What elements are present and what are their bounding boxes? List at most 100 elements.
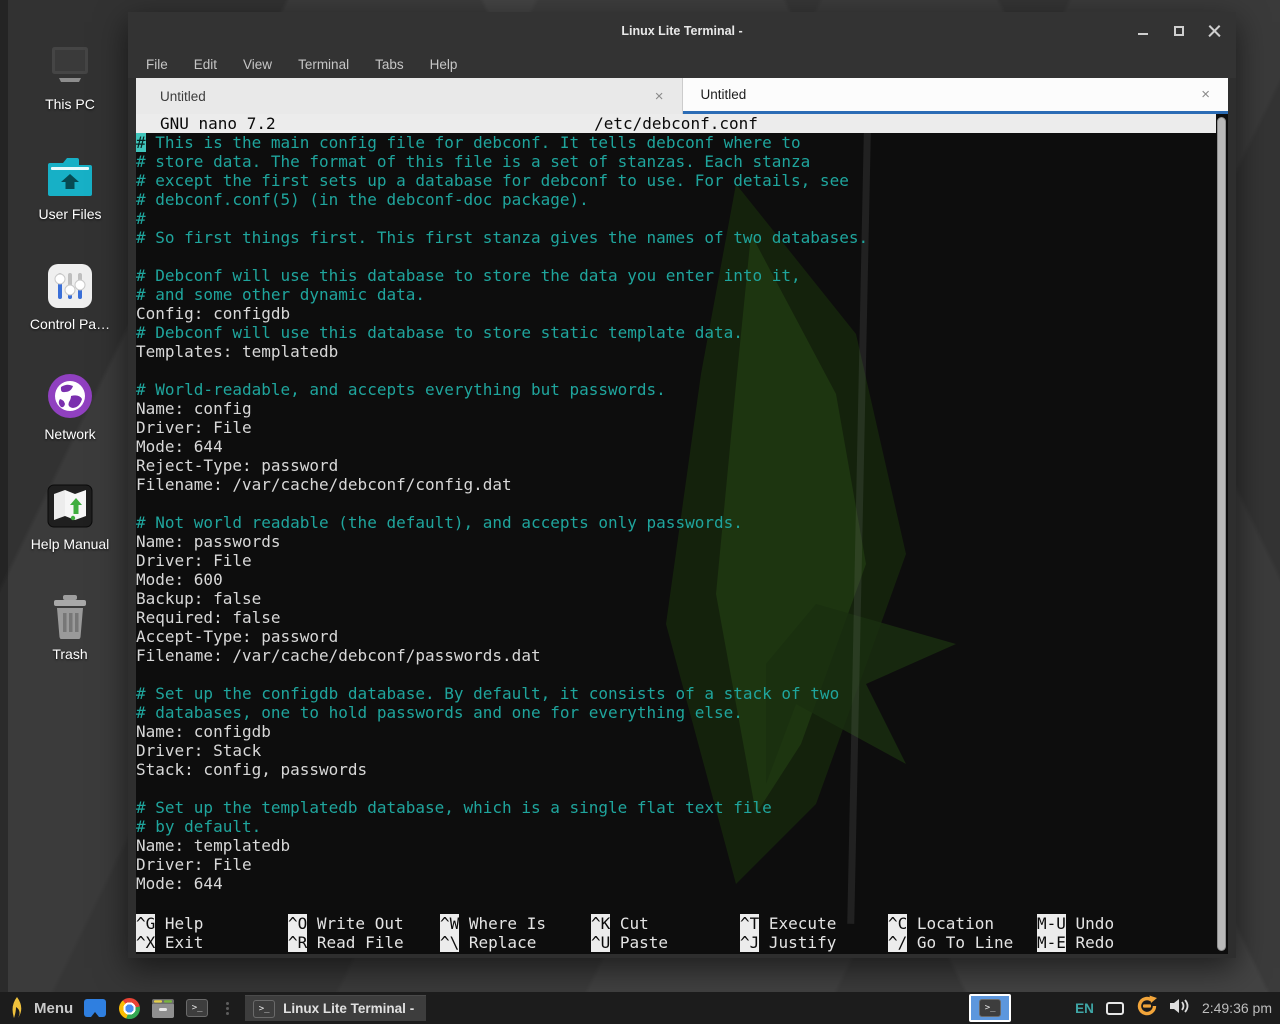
- tab-title: Untitled: [683, 87, 747, 102]
- desktop-icon-label: Control Pa…: [30, 316, 110, 332]
- dock-active-terminal[interactable]: >_: [969, 994, 1011, 1022]
- shortcut-key: ^\: [440, 933, 459, 952]
- shortcut-key: ^T: [740, 914, 759, 933]
- window-titlebar[interactable]: Linux Lite Terminal -: [128, 12, 1236, 50]
- menu-terminal[interactable]: Terminal: [298, 57, 349, 72]
- desktop-icon-user-files[interactable]: User Files: [16, 126, 124, 222]
- terminal-line: Reject-Type: password: [136, 456, 1216, 475]
- menu-edit[interactable]: Edit: [194, 57, 217, 72]
- minimize-icon[interactable]: [1136, 24, 1150, 38]
- keyboard-layout-indicator[interactable]: EN: [1075, 1001, 1094, 1016]
- nano-shortcut[interactable]: ^O Write Out: [288, 914, 404, 933]
- shortcut-key: ^J: [740, 933, 759, 952]
- shortcut-key: ^K: [591, 914, 610, 933]
- terminal-line: [136, 494, 1216, 513]
- menu-file[interactable]: File: [146, 57, 168, 72]
- volume-tray-icon[interactable]: [1170, 998, 1190, 1019]
- tab-untitled-2[interactable]: Untitled ×: [683, 78, 1229, 114]
- file-manager-launcher[interactable]: [151, 996, 175, 1020]
- terminal-line: Driver: File: [136, 551, 1216, 570]
- shortcut-key: ^O: [288, 914, 307, 933]
- nano-shortcut[interactable]: ^J Justify: [740, 933, 836, 952]
- terminal-line: Mode: 600: [136, 570, 1216, 589]
- taskbar-window-button[interactable]: >_ Linux Lite Terminal -: [245, 995, 426, 1021]
- terminal-line: #: [136, 209, 1216, 228]
- desktop-icon-control-panel[interactable]: Control Pa…: [16, 236, 124, 332]
- nano-shortcut[interactable]: ^R Read File: [288, 933, 404, 952]
- nano-shortcut[interactable]: ^K Cut: [591, 914, 649, 933]
- terminal-line: Stack: config, passwords: [136, 760, 1216, 779]
- terminal-line: Backup: false: [136, 589, 1216, 608]
- desktop-icon-network[interactable]: Network: [16, 346, 124, 442]
- menu-view[interactable]: View: [243, 57, 272, 72]
- terminal-line: # So first things first. This first stan…: [136, 228, 1216, 247]
- nano-shortcut-bar: ^G Help ^O Write Out ^W Where Is ^K Cut ^T E…: [136, 914, 1216, 954]
- maximize-icon[interactable]: [1172, 24, 1186, 38]
- nano-shortcut[interactable]: ^\ Replace: [440, 933, 536, 952]
- taskbar-clock: 2:49:36 pm: [1202, 1000, 1272, 1016]
- shortcut-key: ^G: [136, 914, 155, 933]
- display-tray-icon[interactable]: [1106, 1002, 1124, 1015]
- desktop-icon-label: Trash: [52, 646, 87, 662]
- shortcut-key: M-E: [1037, 933, 1066, 952]
- tab-untitled-1[interactable]: Untitled ×: [136, 78, 683, 114]
- terminal-line: # World-readable, and accepts everything…: [136, 380, 1216, 399]
- tab-title: Untitled: [136, 89, 206, 104]
- tab-close-icon[interactable]: ×: [1201, 87, 1210, 102]
- nano-shortcut[interactable]: ^G Help: [136, 914, 203, 933]
- home-folder-icon: [44, 152, 96, 200]
- nano-shortcut[interactable]: ^/ Go To Line: [888, 933, 1013, 952]
- close-icon[interactable]: [1208, 24, 1222, 38]
- shortcut-key: ^R: [288, 933, 307, 952]
- terminal-launcher[interactable]: >_: [185, 996, 209, 1020]
- terminal-line: Driver: Stack: [136, 741, 1216, 760]
- start-menu-button[interactable]: Menu: [8, 996, 73, 1020]
- terminal-line: # and some other dynamic data.: [136, 285, 1216, 304]
- terminal-line: [136, 247, 1216, 266]
- tab-close-icon[interactable]: ×: [655, 89, 664, 104]
- globe-icon: [44, 372, 96, 420]
- nano-shortcut[interactable]: ^X Exit: [136, 933, 203, 952]
- desktop-icon-help-manual[interactable]: Help Manual: [16, 456, 124, 552]
- terminal-line: # Set up the configdb database. By defau…: [136, 684, 1216, 703]
- terminal-line: # Debconf will use this database to stor…: [136, 266, 1216, 285]
- nano-shortcut[interactable]: ^C Location: [888, 914, 994, 933]
- terminal-line: Mode: 644: [136, 437, 1216, 456]
- terminal-line: [136, 779, 1216, 798]
- terminal-scrollbar[interactable]: [1217, 117, 1226, 951]
- terminal-line: Filename: /var/cache/debconf/passwords.d…: [136, 646, 1216, 665]
- terminal-line: [136, 361, 1216, 380]
- shortcut-key: ^W: [440, 914, 459, 933]
- terminal-line: Required: false: [136, 608, 1216, 627]
- taskbar-window-label: Linux Lite Terminal -: [283, 1001, 414, 1016]
- terminal-line: Driver: File: [136, 418, 1216, 437]
- menu-help[interactable]: Help: [430, 57, 458, 72]
- terminal-line: Name: passwords: [136, 532, 1216, 551]
- desktop-icon-this-pc[interactable]: This PC: [16, 16, 124, 112]
- terminal-view[interactable]: GNU nano 7.2 /etc/debconf.conf # This is…: [136, 114, 1228, 954]
- menu-tabs[interactable]: Tabs: [375, 57, 404, 72]
- menu-button-label: Menu: [34, 1000, 73, 1017]
- chrome-launcher[interactable]: [117, 996, 141, 1020]
- nano-shortcut[interactable]: M-U Undo: [1037, 914, 1114, 933]
- archive-drawer-icon: [152, 999, 174, 1018]
- terminal-line: # Set up the templatedb database, which …: [136, 798, 1216, 817]
- manual-map-icon: [44, 482, 96, 530]
- terminal-icon: >_: [979, 999, 1001, 1017]
- nano-shortcut[interactable]: M-E Redo: [1037, 933, 1114, 952]
- desktop-icon-trash[interactable]: Trash: [16, 566, 124, 662]
- terminal-line: # debconf.conf(5) (in the debconf-doc pa…: [136, 190, 1216, 209]
- terminal-line: # Not world readable (the default), and …: [136, 513, 1216, 532]
- terminal-icon: >_: [186, 999, 208, 1017]
- window-title: Linux Lite Terminal -: [621, 24, 742, 38]
- window-icon: [84, 999, 106, 1017]
- nano-titlebar: GNU nano 7.2 /etc/debconf.conf: [136, 114, 1216, 133]
- linux-lite-logo-icon: [8, 996, 26, 1020]
- file-browser-launcher[interactable]: [83, 996, 107, 1020]
- terminal-line: # Debconf will use this database to stor…: [136, 323, 1216, 342]
- nano-shortcut[interactable]: ^W Where Is: [440, 914, 546, 933]
- nano-shortcut[interactable]: ^T Execute: [740, 914, 836, 933]
- updates-tray-icon[interactable]: [1136, 995, 1158, 1022]
- nano-shortcut[interactable]: ^U Paste: [591, 933, 668, 952]
- nano-buffer: # This is the main config file for debco…: [136, 133, 1216, 893]
